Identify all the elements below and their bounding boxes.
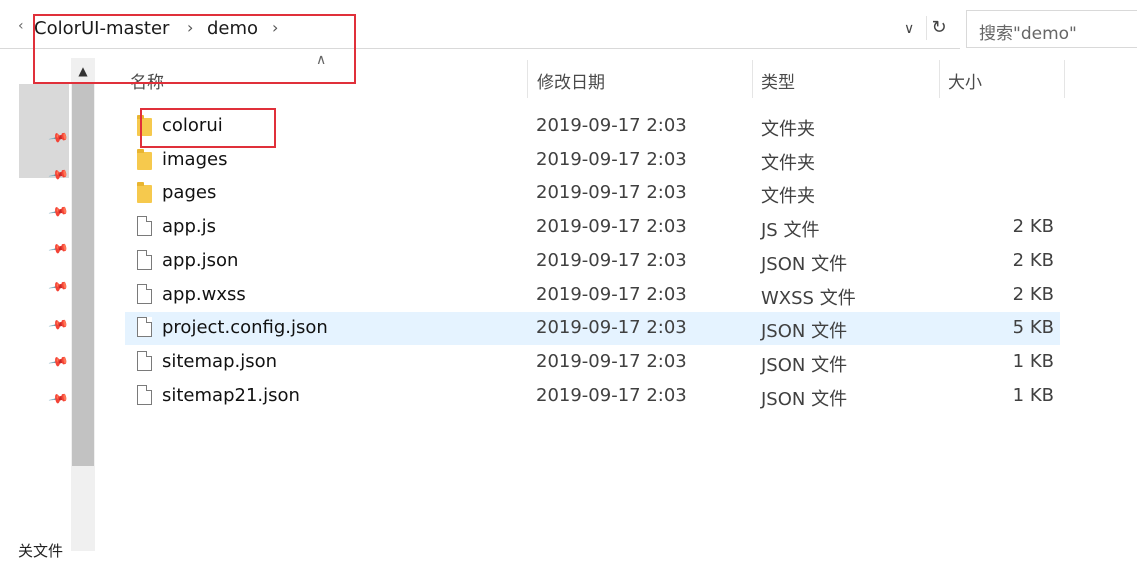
file-icon [137,250,152,270]
column-divider[interactable] [527,60,528,98]
file-type: 文件夹 [761,153,815,174]
file-name: app.json [162,250,239,271]
file-type: JSON 文件 [761,389,848,410]
file-size: 1 KB [1012,351,1054,372]
navigation-pane: ▲ 📌 📌 📌 📌 📌 📌 📌 📌 关文件 [0,58,96,560]
scrollbar-thumb[interactable] [72,84,94,466]
file-size: 2 KB [1012,250,1054,271]
column-divider[interactable] [752,60,753,98]
breadcrumb-overflow-icon[interactable]: ‹ [18,18,24,34]
file-name: app.js [162,216,216,237]
file-size: 2 KB [1012,216,1054,237]
file-date: 2019-09-17 2:03 [536,250,687,271]
refresh-icon[interactable]: ↻ [926,16,951,40]
folder-icon [137,149,152,170]
file-icon [137,385,152,405]
annotation-box-colorui [140,108,276,148]
address-dropdown-icon[interactable]: ∨ [904,21,914,37]
file-row-app-wxss[interactable]: app.wxss 2019-09-17 2:03 WXSS 文件 2 KB [125,279,1060,312]
column-header-date[interactable]: 修改日期 [537,68,605,93]
file-type: JS 文件 [761,220,820,241]
file-date: 2019-09-17 2:03 [536,284,687,305]
pin-icon[interactable]: 📌 [47,315,69,337]
file-date: 2019-09-17 2:03 [536,149,687,170]
folder-icon [137,182,152,203]
file-row-project-config-json[interactable]: project.config.json 2019-09-17 2:03 JSON… [125,312,1060,345]
column-header-size[interactable]: 大小 [948,68,982,93]
file-name: images [162,149,228,170]
column-divider[interactable] [939,60,940,98]
file-name: pages [162,182,217,203]
search-input[interactable]: 搜索"demo" [966,10,1137,48]
file-name: sitemap21.json [162,385,300,406]
file-date: 2019-09-17 2:03 [536,115,687,136]
file-date: 2019-09-17 2:03 [536,351,687,372]
file-row-sitemap-json[interactable]: sitemap.json 2019-09-17 2:03 JSON 文件 1 K… [125,346,1060,379]
file-type: 文件夹 [761,119,815,140]
file-date: 2019-09-17 2:03 [536,317,687,338]
file-row-app-js[interactable]: app.js 2019-09-17 2:03 JS 文件 2 KB [125,211,1060,244]
pin-icon[interactable]: 📌 [47,277,69,299]
file-date: 2019-09-17 2:03 [536,182,687,203]
file-size: 5 KB [1012,317,1054,338]
file-size: 1 KB [1012,385,1054,406]
pin-icon[interactable]: 📌 [47,352,69,374]
column-header-type[interactable]: 类型 [761,68,795,93]
file-name: project.config.json [162,317,328,338]
file-name: sitemap.json [162,351,278,372]
file-type: JSON 文件 [761,321,848,342]
annotation-box-breadcrumb [33,14,356,84]
file-type: JSON 文件 [761,254,848,275]
file-row-sitemap21-json[interactable]: sitemap21.json 2019-09-17 2:03 JSON 文件 1… [125,380,1060,413]
file-icon [137,216,152,236]
pin-icon[interactable]: 📌 [47,202,69,224]
file-date: 2019-09-17 2:03 [536,216,687,237]
file-row-app-json[interactable]: app.json 2019-09-17 2:03 JSON 文件 2 KB [125,245,1060,278]
column-divider[interactable] [1064,60,1065,98]
file-name: app.wxss [162,284,246,305]
pin-icon[interactable]: 📌 [47,389,69,411]
pin-icon[interactable]: 📌 [47,239,69,261]
file-icon [137,284,152,304]
file-row-pages[interactable]: pages 2019-09-17 2:03 文件夹 [125,177,1060,210]
file-icon [137,317,152,337]
file-icon [137,351,152,371]
file-type: JSON 文件 [761,355,848,376]
search-placeholder: 搜索"demo" [979,24,1077,44]
file-size: 2 KB [1012,284,1054,305]
file-type: WXSS 文件 [761,288,856,309]
file-date: 2019-09-17 2:03 [536,385,687,406]
file-row-images[interactable]: images 2019-09-17 2:03 文件夹 [125,144,1060,177]
file-type: 文件夹 [761,186,815,207]
